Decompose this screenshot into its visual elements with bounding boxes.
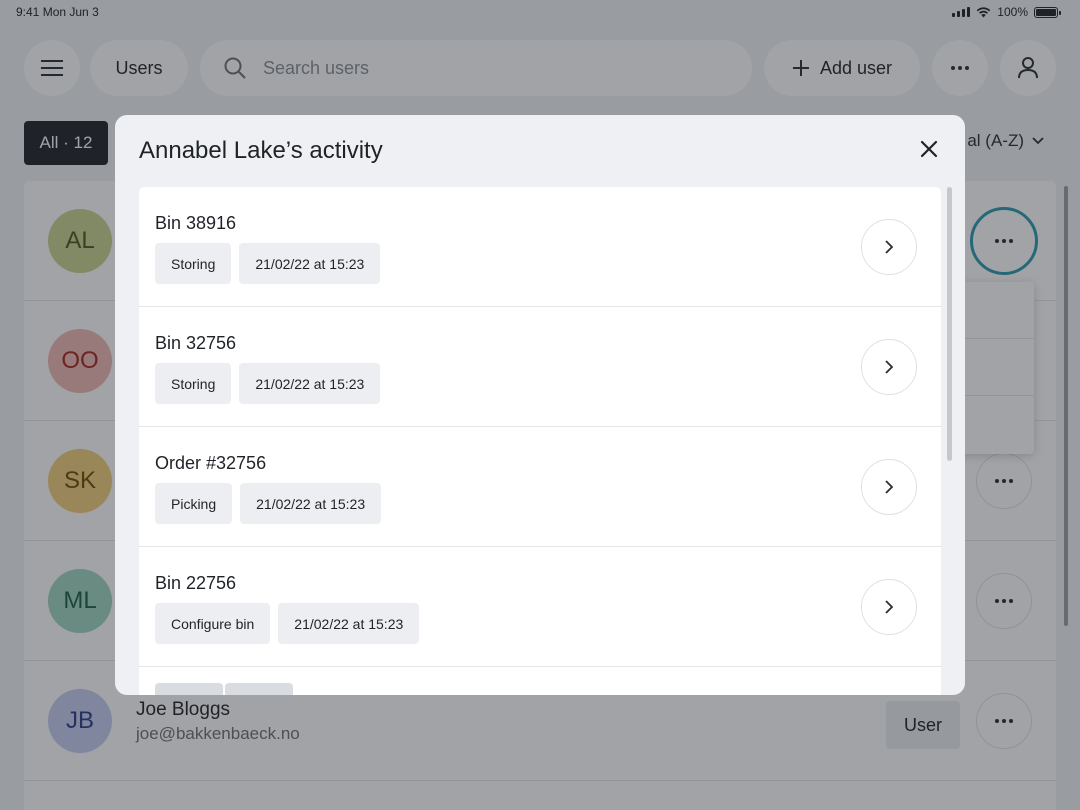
modal-title: Annabel Lake’s activity <box>139 137 383 164</box>
chevron-right-icon <box>885 240 894 254</box>
activity-type-chip: Picking <box>155 483 233 524</box>
close-icon <box>920 140 938 158</box>
chevron-right-icon <box>885 360 894 374</box>
activity-time-chip: 21/02/22 at 15:23 <box>239 243 381 284</box>
activity-item[interactable]: Bin 38916 Storing 21/02/22 at 15:23 <box>139 187 941 307</box>
activity-type-chip: Storing <box>155 363 232 404</box>
activity-item[interactable]: Bin 22756 Configure bin 21/02/22 at 15:2… <box>139 547 941 667</box>
activity-list: Bin 38916 Storing 21/02/22 at 15:23 Bin … <box>139 187 941 695</box>
activity-item[interactable]: Bin 32756 Storing 21/02/22 at 15:23 <box>139 307 941 427</box>
close-button[interactable] <box>917 137 941 161</box>
activity-type-chip: Configure bin <box>155 603 271 644</box>
activity-modal: Annabel Lake’s activity Bin 38916 Storin… <box>115 115 965 695</box>
activity-time-chip <box>225 683 293 695</box>
activity-title: Bin 32756 <box>155 333 237 353</box>
open-activity-button[interactable] <box>861 459 917 515</box>
activity-title: Bin 38916 <box>155 213 237 233</box>
modal-scrollbar[interactable] <box>947 187 952 461</box>
chevron-right-icon <box>885 480 894 494</box>
open-activity-button[interactable] <box>861 219 917 275</box>
open-activity-button[interactable] <box>861 579 917 635</box>
activity-time-chip: 21/02/22 at 15:23 <box>278 603 420 644</box>
activity-item[interactable]: Order #32756 Picking 21/02/22 at 15:23 <box>139 427 941 547</box>
open-activity-button[interactable] <box>861 339 917 395</box>
chevron-right-icon <box>885 600 894 614</box>
activity-title: Bin 22756 <box>155 573 237 593</box>
activity-type-chip: Storing <box>155 243 232 284</box>
activity-type-chip <box>155 683 223 695</box>
activity-time-chip: 21/02/22 at 15:23 <box>240 483 382 524</box>
activity-item-partial[interactable] <box>139 667 941 695</box>
activity-title: Order #32756 <box>155 453 267 473</box>
activity-time-chip: 21/02/22 at 15:23 <box>239 363 381 404</box>
